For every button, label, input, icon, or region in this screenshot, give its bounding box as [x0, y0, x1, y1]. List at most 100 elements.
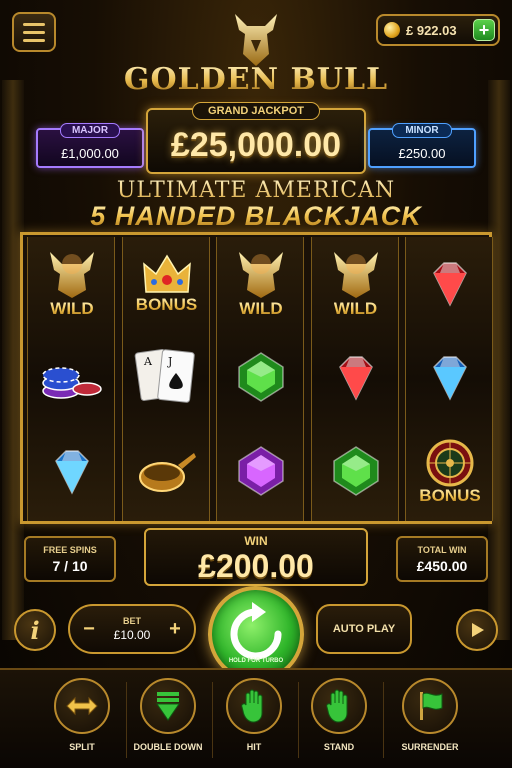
- bull-logo-icon: [235, 14, 277, 66]
- reel-symbol-red-gem: [312, 331, 400, 423]
- free-spins-value: 7 / 10: [52, 558, 88, 574]
- green-gem-icon: [328, 443, 384, 499]
- reel-symbol-blue-diamond: [28, 425, 116, 517]
- blackjack-action-bar: SPLIT DOUBLE DOWN HIT STAND SURRENDER: [0, 668, 512, 768]
- symbol-label: BONUS: [419, 486, 481, 505]
- total-win-panel: TOTAL WIN £450.00: [396, 536, 488, 582]
- svg-text:J: J: [167, 355, 172, 368]
- major-jackpot: MAJOR £1,000.00: [36, 123, 144, 168]
- reel-symbol-green-gem: [312, 425, 400, 517]
- flag-icon: [402, 678, 458, 734]
- red-gem-icon: [422, 255, 478, 311]
- total-win-value: £450.00: [416, 558, 468, 574]
- reel-symbol-wild-bull: WILD: [217, 237, 305, 329]
- free-spins-label: FREE SPINS: [43, 545, 97, 555]
- symbol-label: WILD: [239, 299, 283, 318]
- symbol-label: BONUS: [135, 295, 198, 314]
- reel-symbol-golden-bowl: [123, 425, 211, 517]
- reel-symbol-wild-bull: WILD: [312, 237, 400, 329]
- info-button[interactable]: i: [14, 609, 56, 651]
- symbol-label: WILD: [333, 299, 378, 318]
- wild-bull-icon: [326, 248, 386, 300]
- hand-stand-icon: [311, 678, 367, 734]
- reel-symbol-playing-cards: AJ: [123, 331, 211, 423]
- grand-jackpot-value: £25,000.00: [170, 126, 342, 164]
- win-panel: WIN £200.00: [144, 528, 368, 586]
- bet-value: £10.00: [113, 628, 151, 642]
- svg-text:A: A: [143, 355, 153, 368]
- action-label: DOUBLE DOWN: [133, 742, 203, 752]
- purple-gem-icon: [233, 443, 289, 499]
- reel-column: WILD: [27, 237, 115, 521]
- action-double-down-button[interactable]: DOUBLE DOWN: [126, 678, 210, 766]
- game-title-line1: ULTIMATE AMERICAN: [22, 178, 490, 203]
- reel-symbol-poker-chips: [28, 331, 116, 423]
- playing-cards-icon: AJ: [132, 345, 202, 409]
- balance-display: £ 922.03 +: [376, 14, 500, 46]
- minor-jackpot: MINOR £250.00: [368, 123, 476, 168]
- bet-selector: − BET £10.00 +: [68, 604, 196, 654]
- major-jackpot-value: £1,000.00: [61, 146, 119, 161]
- action-split-button[interactable]: SPLIT: [40, 678, 124, 766]
- action-stand-button[interactable]: STAND: [297, 678, 381, 766]
- add-funds-button[interactable]: +: [473, 19, 495, 41]
- spin-hint-text: HOLD FOR TURBO: [228, 658, 284, 664]
- play-icon: [472, 623, 484, 637]
- reel-column: WILD: [216, 237, 304, 521]
- minor-jackpot-value: £250.00: [398, 146, 446, 161]
- reel-symbol-red-gem: [406, 237, 494, 329]
- reel-grid: WILD BONUS A J WILD WILD BONUS: [20, 232, 493, 524]
- play-button[interactable]: [456, 609, 498, 651]
- grand-jackpot: GRAND JACKPOT £25,000.00: [146, 102, 366, 174]
- green-gem-icon: [233, 349, 289, 405]
- action-label: HIT: [246, 742, 262, 752]
- red-gem-icon: [328, 349, 384, 405]
- game-title-line2: 5 HANDED BLACKJACK: [22, 201, 490, 232]
- major-jackpot-label: MAJOR: [60, 123, 120, 138]
- wild-bull-icon: [42, 248, 102, 300]
- reel-symbol-roulette-bonus: BONUS: [406, 425, 494, 517]
- game-title: ULTIMATE AMERICAN 5 HANDED BLACKJACK: [22, 178, 490, 234]
- action-hit-button[interactable]: HIT: [212, 678, 296, 766]
- double-down-icon: [140, 678, 196, 734]
- split-arrows-icon: [54, 678, 110, 734]
- reel-symbol-wild-bull: WILD: [28, 237, 116, 329]
- blue-gem-icon: [422, 349, 478, 405]
- win-label: WIN: [244, 534, 268, 548]
- coin-icon: [384, 22, 400, 38]
- crown-bonus-icon: [140, 252, 194, 296]
- win-value: £200.00: [198, 548, 314, 584]
- action-label: STAND: [323, 742, 355, 752]
- minor-jackpot-label: MINOR: [392, 123, 452, 138]
- reel-column: BONUS: [405, 237, 493, 521]
- balance-value: £ 922.03: [406, 22, 457, 38]
- bet-label: BET: [123, 616, 141, 626]
- blue-diamond-icon: [44, 443, 100, 499]
- roulette-bonus-icon: [419, 437, 481, 487]
- action-label: SPLIT: [69, 742, 95, 752]
- brand-title: GOLDEN BULL: [0, 62, 512, 97]
- slot-game-screen: GOLDEN BULL £ 922.03 + MAJOR £1,000.00 G…: [0, 0, 512, 768]
- spin-arrow-icon: [230, 602, 282, 660]
- action-label: SURRENDER: [401, 742, 459, 752]
- reel-symbol-purple-gem: [217, 425, 305, 517]
- autoplay-button[interactable]: AUTO PLAY: [316, 604, 412, 654]
- hand-hit-icon: [226, 678, 282, 734]
- bet-increase-button[interactable]: +: [162, 616, 188, 642]
- free-spins-panel: FREE SPINS 7 / 10: [24, 536, 116, 582]
- golden-bowl-icon: [134, 443, 200, 499]
- reel-column: BONUS A J: [121, 237, 211, 521]
- bet-decrease-button[interactable]: −: [76, 616, 102, 642]
- grand-jackpot-label: GRAND JACKPOT: [192, 102, 320, 120]
- reel-symbol-crown-bonus: BONUS: [123, 237, 211, 329]
- total-win-label: TOTAL WIN: [417, 545, 467, 555]
- reel-symbol-blue-gem: [406, 331, 494, 423]
- action-divider: [383, 682, 384, 758]
- info-icon: i: [30, 615, 40, 645]
- poker-chips-icon: [39, 349, 105, 405]
- wild-bull-icon: [231, 248, 291, 300]
- symbol-label: WILD: [50, 299, 94, 318]
- action-surrender-button[interactable]: SURRENDER: [388, 678, 472, 766]
- reel-symbol-green-gem: [217, 331, 305, 423]
- reel-column: WILD: [310, 237, 400, 521]
